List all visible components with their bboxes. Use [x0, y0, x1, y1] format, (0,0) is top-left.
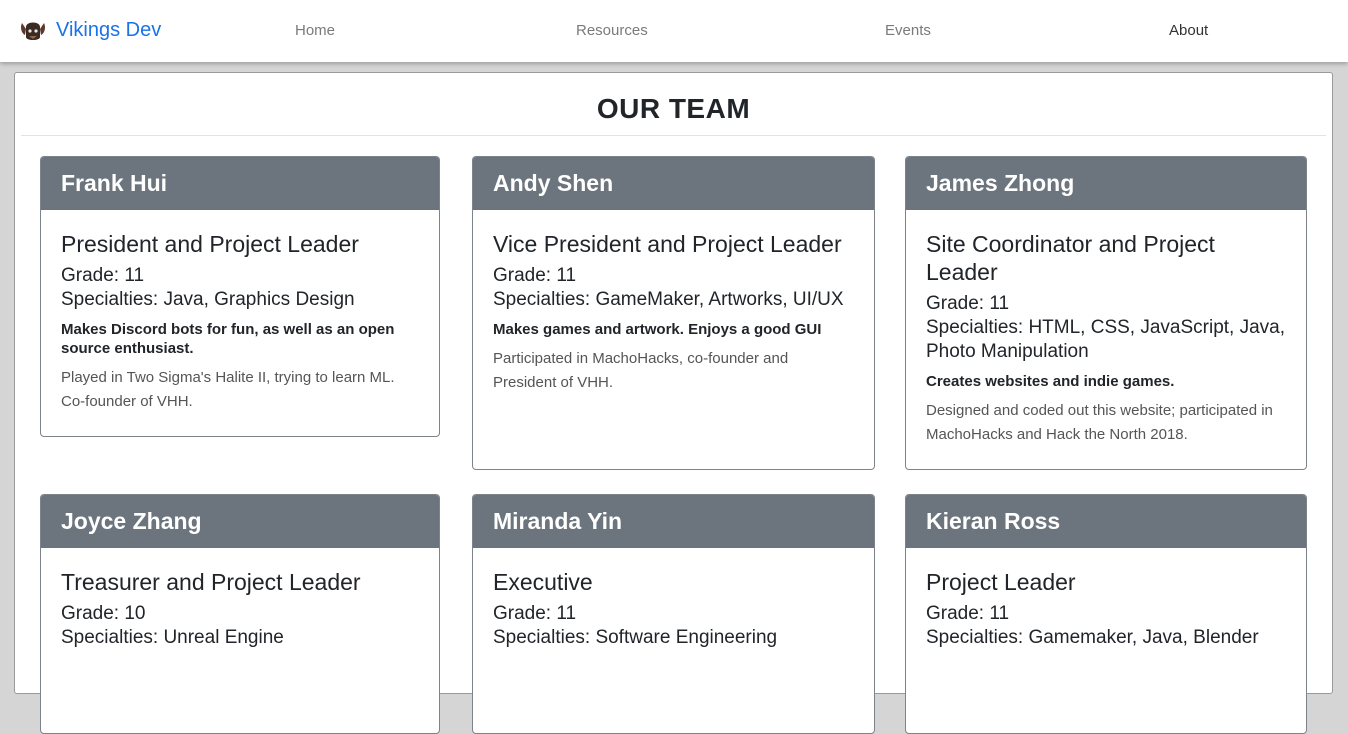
- nav-resources[interactable]: Resources: [576, 22, 648, 39]
- member-name: James Zhong: [906, 157, 1306, 210]
- member-role: Vice President and Project Leader: [493, 231, 842, 257]
- member-specialties: Specialties: HTML, CSS, JavaScript, Java…: [926, 317, 1286, 362]
- member-description: Makes games and artwork. Enjoys a good G…: [493, 321, 822, 338]
- member-description: Makes Discord bots for fun, as well as a…: [61, 321, 395, 357]
- member-specialties: Specialties: Gamemaker, Java, Blender: [926, 627, 1259, 648]
- member-card-james: James Zhong Site Coordinator and Project…: [905, 156, 1307, 470]
- nav-about[interactable]: About: [1169, 22, 1208, 39]
- member-name: Joyce Zhang: [41, 495, 439, 548]
- member-card-kieran: Kieran Ross Project Leader Grade: 11 Spe…: [905, 494, 1307, 734]
- member-specialties: Specialties: Software Engineering: [493, 627, 778, 648]
- brand-link[interactable]: Vikings Dev: [18, 14, 161, 46]
- member-note: Participated in MachoHacks, co-founder a…: [493, 350, 789, 391]
- member-card-joyce: Joyce Zhang Treasurer and Project Leader…: [40, 494, 440, 734]
- member-name: Kieran Ross: [906, 495, 1306, 548]
- member-name: Andy Shen: [473, 157, 874, 210]
- member-role: Site Coordinator and Project Leader: [926, 231, 1215, 285]
- member-grade: Grade: 11: [493, 603, 577, 624]
- member-description: Creates websites and indie games.: [926, 373, 1175, 390]
- viking-helmet-icon: [21, 22, 45, 40]
- member-role: Project Leader: [926, 569, 1076, 595]
- member-grade: Grade: 11: [493, 265, 577, 286]
- member-role: President and Project Leader: [61, 231, 359, 257]
- member-note: Designed and coded out this website; par…: [926, 402, 1273, 443]
- member-grade: Grade: 11: [926, 293, 1010, 314]
- page-title: OUR TEAM: [21, 91, 1326, 136]
- member-grade: Grade: 10: [61, 603, 146, 624]
- member-name: Miranda Yin: [473, 495, 874, 548]
- nav-events[interactable]: Events: [885, 22, 931, 39]
- member-specialties: Specialties: Java, Graphics Design: [61, 289, 355, 310]
- navbar: Vikings Dev Home Resources Events About: [0, 0, 1348, 62]
- team-panel: OUR TEAM Frank Hui President and Project…: [14, 72, 1333, 734]
- nav-home[interactable]: Home: [295, 22, 335, 39]
- brand-name: Vikings Dev: [56, 18, 162, 41]
- member-note: Played in Two Sigma's Halite II, trying …: [61, 369, 395, 410]
- member-specialties: Specialties: Unreal Engine: [61, 627, 284, 648]
- member-name: Frank Hui: [41, 157, 439, 210]
- member-specialties: Specialties: GameMaker, Artworks, UI/UX: [493, 289, 844, 310]
- member-role: Executive: [493, 569, 593, 595]
- member-card-andy: Andy Shen Vice President and Project Lea…: [472, 156, 875, 470]
- member-card-frank: Frank Hui President and Project Leader G…: [40, 156, 440, 437]
- member-role: Treasurer and Project Leader: [61, 569, 361, 595]
- member-grade: Grade: 11: [926, 603, 1010, 624]
- member-card-miranda: Miranda Yin Executive Grade: 11 Specialt…: [472, 494, 875, 734]
- member-grade: Grade: 11: [61, 265, 145, 286]
